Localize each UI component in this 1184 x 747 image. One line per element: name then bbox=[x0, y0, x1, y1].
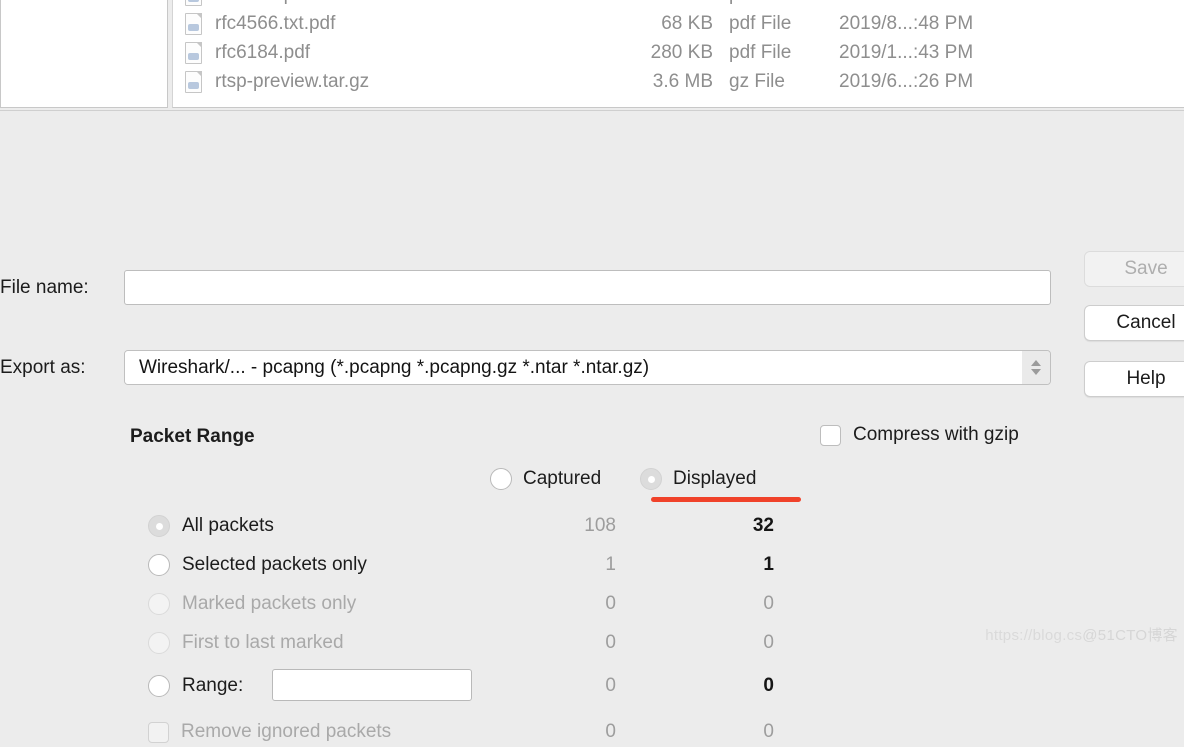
packet-range-option-row: Remove ignored packets bbox=[148, 717, 391, 747]
export-specified-packets-screen: rfc3550.pdf492 KBpdf File2019/8...:50 PM… bbox=[0, 0, 1184, 743]
save-button[interactable]: Save bbox=[1084, 251, 1184, 287]
file-name-cell: rfc6184.pdf bbox=[215, 41, 311, 63]
captured-count: 108 bbox=[584, 515, 616, 536]
displayed-count: 1 bbox=[763, 554, 774, 575]
file-kind-cell: pdf File bbox=[729, 12, 792, 34]
packet-range-option-row: Marked packets only bbox=[148, 589, 356, 619]
displayed-count: 32 bbox=[752, 515, 774, 536]
packet-range-radio[interactable] bbox=[148, 515, 170, 537]
file-kind-cell: gz File bbox=[729, 70, 785, 92]
export-dialog: File name: Export as: Wireshark/... - pc… bbox=[0, 110, 1184, 743]
packet-range-radio[interactable] bbox=[148, 675, 170, 697]
file-kind-cell: pdf File bbox=[729, 41, 792, 63]
help-button[interactable]: Help bbox=[1084, 361, 1184, 397]
file-name-cell: rtsp-preview.tar.gz bbox=[215, 70, 370, 92]
packet-range-option-label: Remove ignored packets bbox=[181, 721, 392, 742]
compress-with-gzip-row[interactable]: Compress with gzip bbox=[820, 424, 1019, 446]
pdf-file-icon bbox=[185, 41, 205, 65]
export-as-value: Wireshark/... - pcapng (*.pcapng *.pcapn… bbox=[125, 351, 1022, 384]
packet-range-option-row[interactable]: All packets bbox=[148, 511, 274, 541]
displayed-count: 0 bbox=[763, 675, 774, 696]
pdf-file-icon bbox=[185, 12, 205, 36]
captured-radio[interactable] bbox=[490, 468, 512, 490]
file-size-cell: 68 KB bbox=[661, 12, 713, 34]
file-size-cell: 492 KB bbox=[605, 0, 729, 6]
captured-label: Captured bbox=[523, 468, 602, 489]
displayed-radio[interactable] bbox=[640, 468, 662, 490]
packet-range-option-label: All packets bbox=[182, 515, 274, 536]
file-row[interactable]: rfc4566.txt.pdf 68 KB pdf File 2019/8...:48… bbox=[173, 9, 1184, 38]
displayed-highlight-annotation bbox=[651, 497, 801, 502]
packet-range-option-label: First to last marked bbox=[182, 632, 344, 653]
file-size-cell: 280 KB bbox=[650, 41, 713, 63]
pdf-file-icon bbox=[185, 0, 205, 7]
compress-with-gzip-checkbox[interactable] bbox=[820, 424, 841, 446]
chevron-up-icon bbox=[1031, 360, 1041, 366]
range-input[interactable] bbox=[272, 669, 472, 701]
archive-file-icon bbox=[185, 70, 205, 94]
file-browser-rows: rfc3550.pdf492 KBpdf File2019/8...:50 PM… bbox=[173, 0, 1184, 96]
file-name-cell: rfc4566.txt.pdf bbox=[215, 12, 336, 34]
displayed-column-radio-row[interactable]: Displayed bbox=[640, 468, 756, 490]
remove-ignored-packets-checkbox bbox=[148, 721, 169, 743]
file-size-cell: 3.6 MB bbox=[652, 70, 713, 92]
watermark-url: https://blog.cs bbox=[985, 627, 1083, 644]
captured-count: 0 bbox=[605, 675, 616, 696]
displayed-count: 0 bbox=[763, 632, 774, 653]
file-kind-cell: pdf File bbox=[729, 0, 839, 6]
file-row[interactable]: rfc3550.pdf492 KBpdf File2019/8...:50 PM bbox=[173, 0, 1184, 9]
captured-count: 0 bbox=[605, 721, 616, 742]
packet-range-option-row[interactable]: Selected packets only bbox=[148, 550, 367, 580]
packet-range-option-label: Marked packets only bbox=[182, 593, 357, 614]
file-name-input[interactable] bbox=[124, 270, 1051, 305]
export-as-combobox[interactable]: Wireshark/... - pcapng (*.pcapng *.pcapn… bbox=[124, 350, 1051, 385]
packet-range-title: Packet Range bbox=[130, 426, 255, 447]
packet-range-radio bbox=[148, 593, 170, 615]
file-date-cell: 2019/8...:50 PM bbox=[839, 0, 973, 6]
file-row[interactable]: rfc6184.pdf 280 KB pdf File 2019/1...:43 PM bbox=[173, 38, 1184, 67]
watermark: https://blog.cs@51CTO博客 bbox=[985, 624, 1178, 645]
displayed-label: Displayed bbox=[673, 468, 757, 489]
packet-range-radio[interactable] bbox=[148, 554, 170, 576]
file-browser-sidebar[interactable] bbox=[0, 0, 168, 108]
packet-range-option-row[interactable]: Range: bbox=[148, 671, 243, 701]
file-date-cell: 2019/1...:43 PM bbox=[839, 41, 974, 63]
captured-count: 0 bbox=[605, 593, 616, 614]
export-as-label: Export as: bbox=[0, 357, 86, 378]
captured-count: 1 bbox=[605, 554, 616, 575]
file-name-label: File name: bbox=[0, 277, 89, 298]
export-as-stepper-icon[interactable] bbox=[1022, 351, 1050, 384]
displayed-count: 0 bbox=[763, 721, 774, 742]
displayed-count: 0 bbox=[763, 593, 774, 614]
packet-range-radio bbox=[148, 632, 170, 654]
watermark-brand: @51CTO博客 bbox=[1082, 627, 1178, 644]
file-date-cell: 2019/8...:48 PM bbox=[839, 12, 974, 34]
file-browser-strip: rfc3550.pdf492 KBpdf File2019/8...:50 PM… bbox=[0, 0, 1184, 110]
captured-column-radio-row[interactable]: Captured bbox=[490, 468, 601, 490]
file-browser-list[interactable]: rfc3550.pdf492 KBpdf File2019/8...:50 PM… bbox=[172, 0, 1184, 108]
file-row[interactable]: rtsp-preview.tar.gz 3.6 MB gz File 2019/6..… bbox=[173, 67, 1184, 96]
compress-with-gzip-label: Compress with gzip bbox=[853, 424, 1019, 445]
file-date-cell: 2019/6...:26 PM bbox=[839, 70, 974, 92]
captured-count: 0 bbox=[605, 632, 616, 653]
packet-range-option-label: Selected packets only bbox=[182, 554, 367, 575]
file-name-cell: rfc3550.pdf bbox=[215, 0, 605, 6]
chevron-down-icon bbox=[1031, 369, 1041, 375]
packet-range-option-row: First to last marked bbox=[148, 628, 344, 658]
cancel-button[interactable]: Cancel bbox=[1084, 305, 1184, 341]
packet-range-option-label: Range: bbox=[182, 675, 244, 696]
